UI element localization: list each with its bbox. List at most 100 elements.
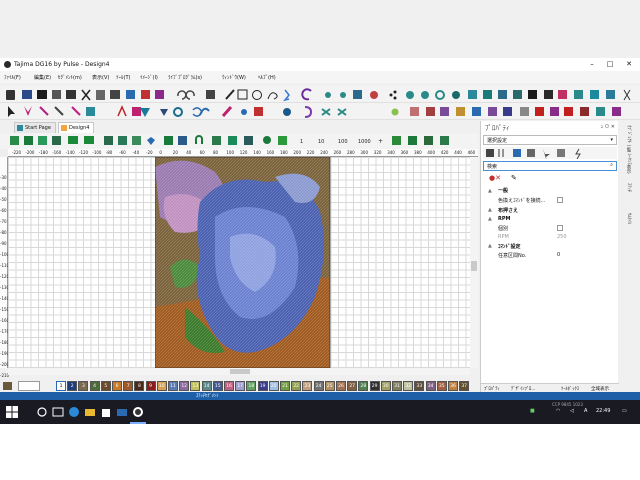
thread-swatch[interactable]: 17: [235, 381, 246, 391]
tab-start-page[interactable]: Start Page: [14, 122, 56, 133]
stitch-toolbar-icons[interactable]: 1 10 100 1000 +: [0, 133, 478, 148]
menu-view[interactable]: 表示(V): [92, 74, 109, 81]
main-toolbar-icons[interactable]: [0, 86, 640, 103]
thread-swatch[interactable]: 7: [123, 381, 134, 391]
menu-file[interactable]: ﾌｧｲﾙ(F): [4, 74, 21, 81]
minimize-button[interactable]: –: [584, 58, 600, 71]
thread-swatch[interactable]: 34: [425, 381, 436, 391]
windows-taskbar: CCP 9845 1023 ■ ◠ ◁ A 22:49 ▭: [0, 400, 640, 424]
network-icon[interactable]: ◠: [556, 408, 560, 414]
thread-swatch[interactable]: 4: [89, 381, 100, 391]
explorer-icon[interactable]: [84, 406, 96, 418]
thread-swatch[interactable]: 21: [280, 381, 290, 391]
thread-swatch[interactable]: 30: [380, 381, 391, 391]
thread-swatch[interactable]: 31: [392, 381, 402, 391]
expand-icon[interactable]: ▲: [488, 243, 492, 249]
menu-segment[interactable]: ｾｸﾞﾒﾝﾄ(m): [58, 74, 82, 81]
reset-icon[interactable]: ●✕: [489, 174, 501, 182]
notification-icon[interactable]: ▭: [622, 408, 627, 414]
thread-swatch[interactable]: 12: [179, 381, 190, 391]
tab-properties[interactable]: ﾌﾟﾛﾊﾟﾃｨ: [484, 386, 500, 392]
prop-rpm-value[interactable]: 250: [557, 234, 567, 240]
wrench-icon[interactable]: ✎: [511, 174, 517, 182]
thread-swatch[interactable]: 8: [134, 381, 145, 391]
tab-design4[interactable]: Design4: [58, 122, 95, 133]
thread-swatch[interactable]: 14: [201, 381, 212, 391]
thread-swatch[interactable]: 11: [168, 381, 178, 391]
palette-color-input[interactable]: [18, 381, 40, 391]
menu-image[interactable]: ｲﾒｰｼﾞ(I): [140, 74, 158, 81]
battery-icon[interactable]: ■: [530, 408, 535, 414]
expand-icon[interactable]: ▲: [488, 207, 492, 213]
thread-swatch[interactable]: 35: [436, 381, 447, 391]
selection-dropdown[interactable]: 選択設定 ▾: [483, 135, 617, 145]
tab-toolbox[interactable]: ﾂｰﾙﾎﾞｯｸｽ: [561, 386, 579, 392]
thread-swatch[interactable]: 10: [156, 381, 167, 391]
tab-overview[interactable]: 全域表示: [591, 386, 609, 392]
prop-section-no-value[interactable]: 0: [557, 252, 560, 258]
thread-swatch[interactable]: 19: [257, 381, 268, 391]
thread-swatch[interactable]: 18: [246, 381, 257, 391]
menu-window[interactable]: ｳｨﾝﾄﾞｳ(W): [222, 74, 246, 81]
expand-icon[interactable]: ▲: [488, 188, 492, 194]
vertical-scrollbar[interactable]: [470, 157, 478, 368]
tab-design-properties[interactable]: ﾃﾞｻﾞｲﾝﾌﾟﾛ...: [511, 386, 536, 392]
embroidery-design[interactable]: [155, 157, 335, 368]
tajima-app-icon[interactable]: [132, 406, 144, 418]
thread-palette: 1 2 3 4 5 6 7 8 9 10 11 12 13 14 15 16 17 18 19 20 21 22 23 24 2…: [0, 380, 478, 392]
thread-swatch[interactable]: 16: [224, 381, 234, 391]
maximize-button[interactable]: □: [602, 58, 618, 71]
thread-swatch[interactable]: 28: [358, 381, 369, 391]
thread-swatch[interactable]: 6: [112, 381, 122, 391]
thread-swatch[interactable]: 33: [414, 381, 425, 391]
panel-controls[interactable]: ｭ ㅁ ✕: [601, 123, 615, 130]
thread-swatch[interactable]: 26: [336, 381, 346, 391]
thread-swatch[interactable]: 29: [369, 381, 380, 391]
thread-swatch[interactable]: 2: [67, 381, 78, 391]
thread-swatch[interactable]: 20: [268, 381, 279, 391]
search-icon[interactable]: [36, 406, 48, 418]
vertical-scroll-thumb[interactable]: [471, 261, 477, 271]
ruler-h-label: 100: [226, 150, 235, 155]
horizontal-scroll-thumb[interactable]: [230, 369, 250, 374]
digitize-toolbar-icons[interactable]: [0, 103, 640, 120]
side-tab-objects[interactable]: ｵﾌﾞｼﾞｪｸﾄ一覧 ｼｰｹﾝｽ表示: [625, 125, 631, 174]
thread-swatch[interactable]: 9: [145, 381, 156, 391]
individual-checkbox[interactable]: [557, 225, 563, 231]
thread-swatch[interactable]: 13: [190, 381, 201, 391]
task-view-icon[interactable]: [52, 406, 64, 418]
menu-help[interactable]: ﾍﾙﾌﾟ(H): [258, 74, 276, 81]
store-icon[interactable]: [100, 406, 112, 418]
thread-swatch[interactable]: 36: [448, 381, 458, 391]
thread-swatch[interactable]: 23: [302, 381, 313, 391]
horizontal-scrollbar[interactable]: [8, 368, 470, 375]
thread-swatch[interactable]: 27: [347, 381, 358, 391]
expand-icon[interactable]: ▲: [488, 216, 492, 222]
close-button[interactable]: ✕: [621, 58, 637, 71]
edge-icon[interactable]: [68, 406, 80, 418]
side-tab-stitch[interactable]: ｽﾃｯﾁ: [625, 183, 631, 192]
clock-time[interactable]: 22:49: [596, 408, 610, 414]
thread-swatch[interactable]: 25: [324, 381, 335, 391]
thread-swatch[interactable]: 24: [313, 381, 324, 391]
side-tab-thumbnail[interactable]: ｻﾑﾈｲﾙ: [625, 213, 631, 224]
menu-edit[interactable]: 編集(E): [34, 74, 51, 81]
ruler-v-label: -70: [0, 219, 7, 224]
mail-icon[interactable]: [116, 406, 128, 418]
windows-start-icon[interactable]: [6, 406, 18, 418]
thread-swatch[interactable]: 3: [78, 381, 89, 391]
property-search-input[interactable]: 検索 ⌕: [483, 161, 617, 171]
thread-swatch[interactable]: 1: [56, 381, 66, 391]
menu-tools[interactable]: ﾂｰﾙ(T): [116, 74, 130, 81]
color-change-checkbox[interactable]: [557, 197, 563, 203]
property-view-icons-svg[interactable]: [483, 147, 617, 162]
thread-swatch[interactable]: 5: [100, 381, 111, 391]
thread-swatch[interactable]: 32: [403, 381, 414, 391]
design-canvas[interactable]: [8, 157, 470, 368]
thread-swatch[interactable]: 37: [459, 381, 470, 391]
input-language[interactable]: A: [584, 408, 587, 414]
menu-live-program[interactable]: ﾗｲﾌﾞﾌﾟﾛｸﾞﾗﾑ(s): [168, 74, 202, 81]
volume-icon[interactable]: ◁: [570, 408, 574, 414]
thread-swatch[interactable]: 15: [212, 381, 223, 391]
thread-swatch[interactable]: 22: [291, 381, 302, 391]
